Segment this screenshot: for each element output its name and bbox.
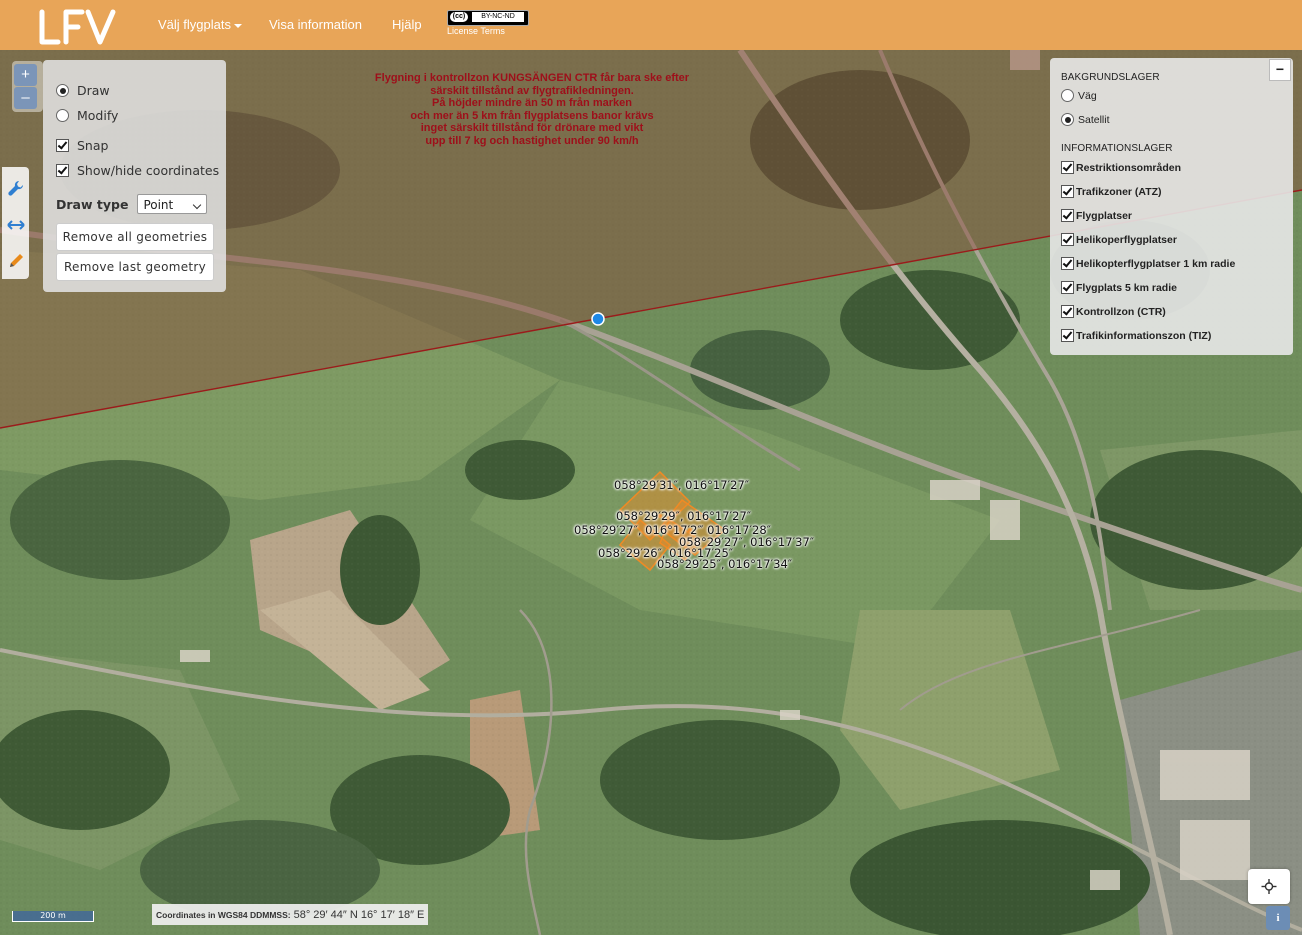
atz-label: Trafikzoner (ATZ) <box>1076 185 1162 198</box>
snap-label: Snap <box>77 138 109 153</box>
layer-ctr[interactable]: Kontrollzon (CTR) <box>1061 305 1166 318</box>
layer-atz[interactable]: Trafikzoner (ATZ) <box>1061 185 1162 198</box>
airport-5km-checkbox[interactable] <box>1061 281 1074 294</box>
satellite-radio[interactable] <box>1061 113 1074 126</box>
layer-panel: − BAKGRUNDSLAGER Väg Satellit INFORMATIO… <box>1050 58 1293 355</box>
remove-last-geometry-button[interactable]: Remove last geometry <box>56 253 214 281</box>
tiz-label: Trafikinformationszon (TIZ) <box>1076 329 1212 342</box>
coordinate-label: 058°29′25″, 016°17′34″ <box>657 557 793 571</box>
locate-button[interactable] <box>1248 869 1290 904</box>
show-coordinates-label: Show/hide coordinates <box>77 163 220 178</box>
collapse-layer-panel-button[interactable]: − <box>1269 59 1291 81</box>
restriction-line: och mer än 5 km från flygplatsens banor … <box>410 109 654 122</box>
nav-help-label: Hjälp <box>392 17 422 32</box>
license-terms-link[interactable]: License Terms <box>447 26 505 36</box>
info-button[interactable]: i <box>1266 906 1290 930</box>
layer-option-road[interactable]: Väg <box>1061 89 1097 102</box>
modify-radio[interactable] <box>56 109 69 122</box>
ctr-label: Kontrollzon (CTR) <box>1076 305 1166 318</box>
caret-down-icon <box>233 23 242 28</box>
heliports-1km-checkbox[interactable] <box>1061 257 1074 270</box>
heliports-label: Helikoperflygplatser <box>1076 233 1177 246</box>
nav-choose-airport-label: Välj flygplats <box>158 17 231 32</box>
scale-bar: 200 m <box>12 911 94 922</box>
cc-license-badge[interactable]: (cc) BY-NC-ND <box>447 10 529 26</box>
restriction-line: På höjder mindre än 50 m från marken <box>432 97 632 109</box>
tiz-checkbox[interactable] <box>1061 329 1074 342</box>
snap-option[interactable]: Snap <box>56 138 108 153</box>
mouse-coordinates: Coordinates in WGS84 DDMMSS: 58° 29′ 44″… <box>152 904 429 925</box>
heliports-checkbox[interactable] <box>1061 233 1074 246</box>
remove-all-geometries-button[interactable]: Remove all geometries <box>56 223 214 251</box>
draw-type-value: Point <box>143 198 174 212</box>
heliports-1km-label: Helikopterflygplatser 1 km radie <box>1076 257 1236 270</box>
ctr-checkbox[interactable] <box>1061 305 1074 318</box>
restriction-line: upp till 7 kg och hastighet under 90 km/… <box>425 134 639 147</box>
layer-airports[interactable]: Flygplatser <box>1061 209 1132 222</box>
coordinate-label: 058°29′29″, 016°17′27″ <box>616 509 752 523</box>
atz-checkbox[interactable] <box>1061 185 1074 198</box>
layer-tiz[interactable]: Trafikinformationszon (TIZ) <box>1061 329 1211 342</box>
draw-panel: Draw Modify Snap Show/hide coordinates D… <box>43 60 226 292</box>
scale-label: 200 m <box>40 911 66 920</box>
layer-restriction-areas[interactable]: Restriktionsområden <box>1061 161 1181 174</box>
top-bar: Välj flygplats Visa information Hjälp (c… <box>0 0 1302 50</box>
draw-type-select[interactable]: Point <box>137 194 208 214</box>
nav-help[interactable]: Hjälp <box>392 17 422 32</box>
measure-icon[interactable] <box>7 216 25 234</box>
cc-icon: (cc) <box>450 12 468 22</box>
nav-choose-airport[interactable]: Välj flygplats <box>158 17 242 32</box>
coordinates-label: Coordinates in WGS84 DDMMSS: <box>156 909 291 920</box>
layer-option-satellite[interactable]: Satellit <box>1061 113 1110 126</box>
satellite-label: Satellit <box>1078 113 1110 126</box>
restriction-notice: Flygning i kontrollzon KUNGSÄNGEN CTR få… <box>362 72 702 147</box>
layer-heliports[interactable]: Helikoperflygplatser <box>1061 233 1177 246</box>
cc-license-type: BY-NC-ND <box>472 12 524 22</box>
layer-heliports-1km[interactable]: Helikopterflygplatser 1 km radie <box>1061 257 1235 270</box>
crosshair-icon <box>1261 879 1277 894</box>
info-layers-heading: INFORMATIONSLAGER <box>1061 143 1173 154</box>
draw-mode-option[interactable]: Draw <box>56 83 110 98</box>
modify-radio-label: Modify <box>77 108 119 123</box>
map-canvas[interactable]: Flygning i kontrollzon KUNGSÄNGEN CTR få… <box>0 50 1302 935</box>
restriction-line: särskilt tillstånd av flygtrafikledninge… <box>430 84 634 97</box>
airports-checkbox[interactable] <box>1061 209 1074 222</box>
road-label: Väg <box>1078 89 1097 102</box>
zoom-control: + – <box>12 61 43 112</box>
pencil-icon[interactable] <box>7 252 25 270</box>
restriction-line: Flygning i kontrollzon KUNGSÄNGEN CTR få… <box>374 72 690 84</box>
show-coordinates-checkbox[interactable] <box>56 164 69 177</box>
draw-type-row: Draw type Point <box>56 194 208 214</box>
snap-checkbox[interactable] <box>56 139 69 152</box>
wrench-icon[interactable] <box>7 179 25 197</box>
zoom-in-button[interactable]: + <box>14 64 37 86</box>
background-layers-heading: BAKGRUNDSLAGER <box>1061 72 1160 83</box>
layer-airport-5km[interactable]: Flygplats 5 km radie <box>1061 281 1177 294</box>
airport-5km-label: Flygplats 5 km radie <box>1076 281 1177 294</box>
road-radio[interactable] <box>1061 89 1074 102</box>
draw-radio-label: Draw <box>77 83 110 98</box>
draw-radio[interactable] <box>56 84 69 97</box>
coordinates-value: 58° 29′ 44″ N 16° 17′ 18″ E <box>293 908 425 921</box>
airports-label: Flygplatser <box>1076 209 1133 222</box>
zoom-out-button[interactable]: – <box>14 87 37 109</box>
nav-show-information-label: Visa information <box>269 17 362 32</box>
nav-show-information[interactable]: Visa information <box>269 17 362 32</box>
modify-mode-option[interactable]: Modify <box>56 108 118 123</box>
coordinate-label: 058°29′31″, 016°17′27″ <box>614 478 750 492</box>
restriction-areas-label: Restriktionsområden <box>1076 161 1182 174</box>
draw-type-label: Draw type <box>56 196 129 212</box>
tool-strip <box>2 167 29 279</box>
lfv-logo[interactable] <box>36 8 118 46</box>
restriction-line: inget särskilt tillstånd för drönare med… <box>420 122 644 134</box>
restriction-areas-checkbox[interactable] <box>1061 161 1074 174</box>
show-coordinates-option[interactable]: Show/hide coordinates <box>56 163 219 178</box>
